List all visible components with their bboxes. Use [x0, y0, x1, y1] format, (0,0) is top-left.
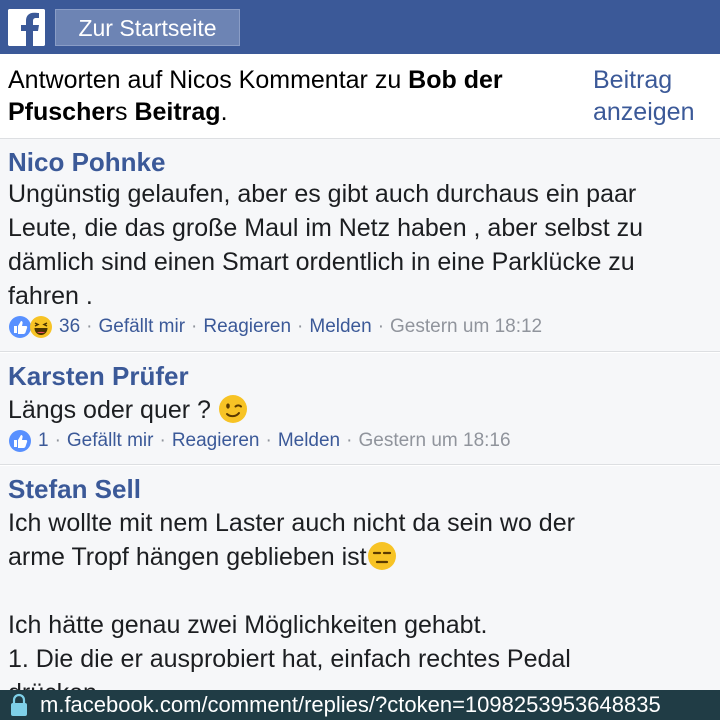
reaction-count[interactable]: 1: [38, 430, 49, 452]
timestamp: Gestern um 18:12: [390, 316, 543, 337]
post-author-name-part1[interactable]: Bob der: [408, 66, 502, 94]
comment-text-line: Ich wollte mit nem Laster auch nicht da …: [8, 509, 575, 537]
separator-dot: ·: [54, 430, 61, 451]
comment-text-line: arme Tropf hängen geblieben ist: [8, 543, 367, 571]
comment-text-line: Längs oder quer ?: [8, 393, 712, 433]
url-bar[interactable]: m.facebook.com/comment/replies/?ctoken=1…: [0, 690, 720, 720]
like-icon: [9, 430, 31, 452]
thread-title-period: .: [220, 98, 228, 126]
comment-text-line-2: arme Tropf hängen geblieben ist: [8, 540, 712, 580]
reaction-icons[interactable]: [8, 315, 53, 339]
thread-title: Antworten auf Nicos Kommentar zu Bob der…: [8, 64, 598, 128]
comment-item: Nico Pohnke Ungünstig gelaufen, aber es …: [0, 139, 720, 352]
comment-author[interactable]: Stefan Sell: [8, 474, 141, 505]
separator-dot: ·: [346, 430, 353, 451]
react-link[interactable]: Reagieren: [172, 430, 260, 452]
comment-author[interactable]: Karsten Prüfer: [8, 361, 189, 392]
laugh-icon: [30, 316, 52, 338]
comment-text-line: 1. Die die er ausprobiert hat, einfach r…: [8, 645, 571, 673]
comment-item: Karsten Prüfer Längs oder quer ? 1 · Gef…: [0, 353, 720, 465]
timestamp: Gestern um 18:16: [358, 430, 511, 451]
facebook-logo-icon[interactable]: [8, 9, 45, 46]
report-link[interactable]: Melden: [309, 316, 371, 338]
report-link[interactable]: Melden: [278, 430, 340, 452]
comment-text: Längs oder quer ?: [8, 396, 211, 424]
view-post-link[interactable]: Beitrag anzeigen: [593, 64, 718, 128]
separator-dot: ·: [297, 316, 304, 337]
like-link[interactable]: Gefällt mir: [67, 430, 154, 452]
separator-dot: ·: [86, 316, 93, 337]
reaction-icons[interactable]: [8, 429, 32, 453]
comment-text-line: Ich hätte genau zwei Möglichkeiten gehab…: [8, 611, 488, 639]
reaction-count[interactable]: 36: [59, 316, 80, 338]
comment-item: Stefan Sell Ich wollte mit nem Laster au…: [0, 466, 720, 720]
separator-dot: ·: [159, 430, 166, 451]
thread-title-possessive: s: [114, 98, 135, 126]
expressionless-emoji-icon: [367, 541, 397, 580]
separator-dot: ·: [377, 316, 385, 337]
comment-text: Ungünstig gelaufen, aber es gibt auch du…: [8, 180, 644, 310]
home-button[interactable]: Zur Startseite: [55, 9, 240, 46]
separator-dot: ·: [265, 430, 272, 451]
comment-actions: 1 · Gefällt mir · Reagieren · Melden · G…: [8, 429, 511, 453]
like-link[interactable]: Gefällt mir: [98, 316, 185, 338]
comment-actions: 36 · Gefällt mir · Reagieren · Melden · …: [8, 315, 542, 339]
separator-dot: ·: [191, 316, 198, 337]
thread-header: Antworten auf Nicos Kommentar zu Bob der…: [0, 54, 720, 139]
wink-emoji-icon: [218, 394, 248, 433]
post-link-word[interactable]: Beitrag: [134, 98, 220, 126]
post-author-name-part2[interactable]: Pfuscher: [8, 98, 115, 126]
react-link[interactable]: Reagieren: [203, 316, 291, 338]
lock-icon: [10, 693, 28, 720]
comment-author[interactable]: Nico Pohnke: [8, 147, 165, 178]
top-bar: Zur Startseite: [0, 0, 720, 54]
url-text[interactable]: m.facebook.com/comment/replies/?ctoken=1…: [40, 690, 661, 720]
thread-title-prefix: Antworten auf Nicos Kommentar zu: [8, 66, 409, 94]
